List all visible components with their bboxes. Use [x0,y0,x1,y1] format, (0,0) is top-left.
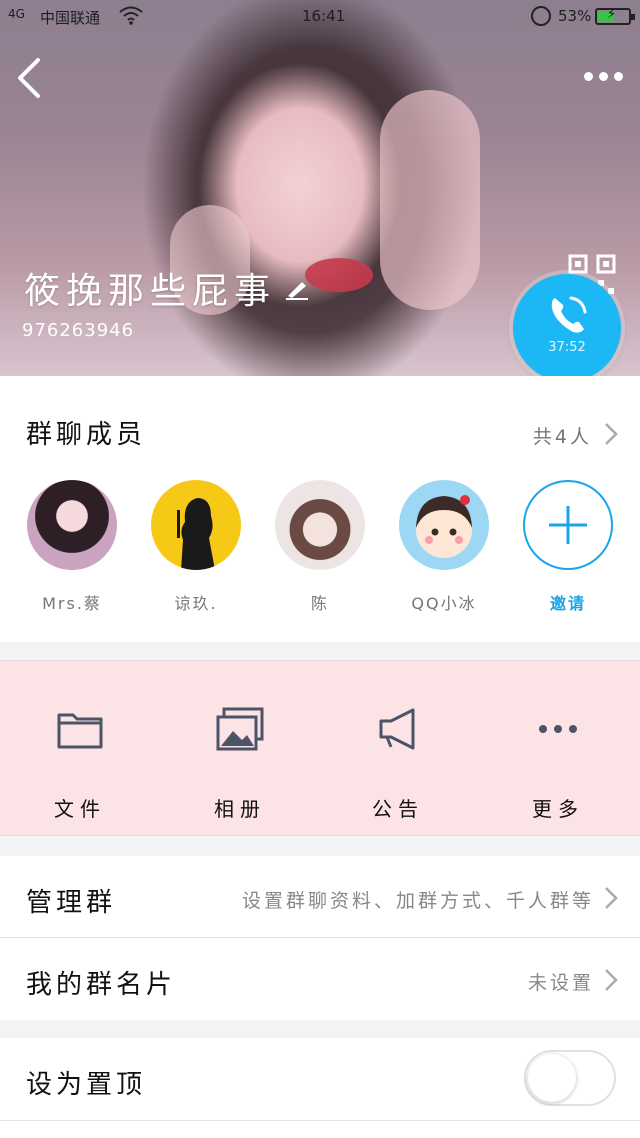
member-name: 陈 [310,594,329,613]
chevron-right-icon [605,423,618,445]
status-bar: 4G 中国联通 16:41 53% ⚡ [0,0,640,34]
album-icon [216,707,264,751]
pin-to-top-row: 设为置顶 [0,1038,640,1138]
member-name: 谅玖. [174,594,218,613]
row-label: 管理群 [26,888,117,918]
battery-icon: ⚡ [595,7,635,25]
quick-actions-bar: 文件 相册 公告 更多 [0,660,640,836]
carrier-label: 中国联通 [40,9,101,27]
avatar [27,480,117,570]
my-group-card-row[interactable]: 我的群名片 未设置 [0,938,640,1020]
dot-icon [613,71,623,81]
row-label: 设为置顶 [26,1070,147,1100]
dot-icon [583,71,593,81]
toggle-knob [528,1054,576,1102]
members-title: 群聊成员 [26,420,147,450]
invite-member-button[interactable]: 邀请 [523,480,613,614]
row-value: 未设置 [527,972,594,994]
signal-indicator: 4G [8,7,25,21]
action-album[interactable]: 相册 [180,707,300,822]
clock: 16:41 [302,7,346,25]
alarm-icon [531,6,551,26]
folder-icon [57,713,103,749]
divider [0,1120,640,1121]
plus-icon [523,480,613,570]
group-members-section: 群聊成员 共4人 Mrs.蔡 谅玖. 陈 QQ小冰 邀请 [0,376,640,642]
ongoing-call-button[interactable]: 37:52 [513,274,621,382]
cover-decoration [305,258,373,292]
manage-group-row[interactable]: 管理群 设置群聊资料、加群方式、千人群等 [0,856,640,938]
phone-icon [551,296,587,333]
member-item[interactable]: QQ小冰 [399,480,489,614]
more-options-button[interactable] [580,66,626,86]
action-label: 更多 [532,797,584,821]
call-timer: 37:52 [548,340,586,355]
more-icon [539,725,577,733]
member-name: QQ小冰 [411,594,477,613]
battery-percent: 53% [558,7,592,25]
row-label: 我的群名片 [26,970,177,1000]
member-name: Mrs.蔡 [42,594,102,613]
action-label: 文件 [54,797,106,821]
edit-icon[interactable] [284,278,310,300]
member-item[interactable]: 陈 [275,480,365,614]
member-item[interactable]: Mrs.蔡 [27,480,117,614]
qq-xiaobing-icon [416,495,472,558]
avatar [151,480,241,570]
row-value: 设置群聊资料、加群方式、千人群等 [241,890,594,912]
action-files[interactable]: 文件 [20,707,140,822]
back-button[interactable] [12,56,52,100]
action-more[interactable]: 更多 [498,707,618,822]
chevron-right-icon [605,887,618,909]
silhouette-icon [177,498,215,570]
action-label: 相册 [214,797,266,821]
member-item[interactable]: 谅玖. [151,480,241,614]
charging-icon: ⚡ [607,7,617,22]
invite-label: 邀请 [549,594,586,613]
chevron-right-icon [605,969,618,991]
group-id: 976263946 [22,320,135,341]
dot-icon [598,71,608,81]
avatar [399,480,489,570]
member-count[interactable]: 共4人 [533,422,592,449]
cover-decoration [380,90,480,310]
action-label: 公告 [372,797,424,821]
group-name[interactable]: 筱挽那些屁事 [24,262,276,314]
action-announcement[interactable]: 公告 [338,707,458,822]
avatar [275,480,365,570]
wifi-icon [119,6,143,25]
pin-to-top-toggle[interactable] [524,1050,616,1106]
megaphone-icon [379,708,415,750]
